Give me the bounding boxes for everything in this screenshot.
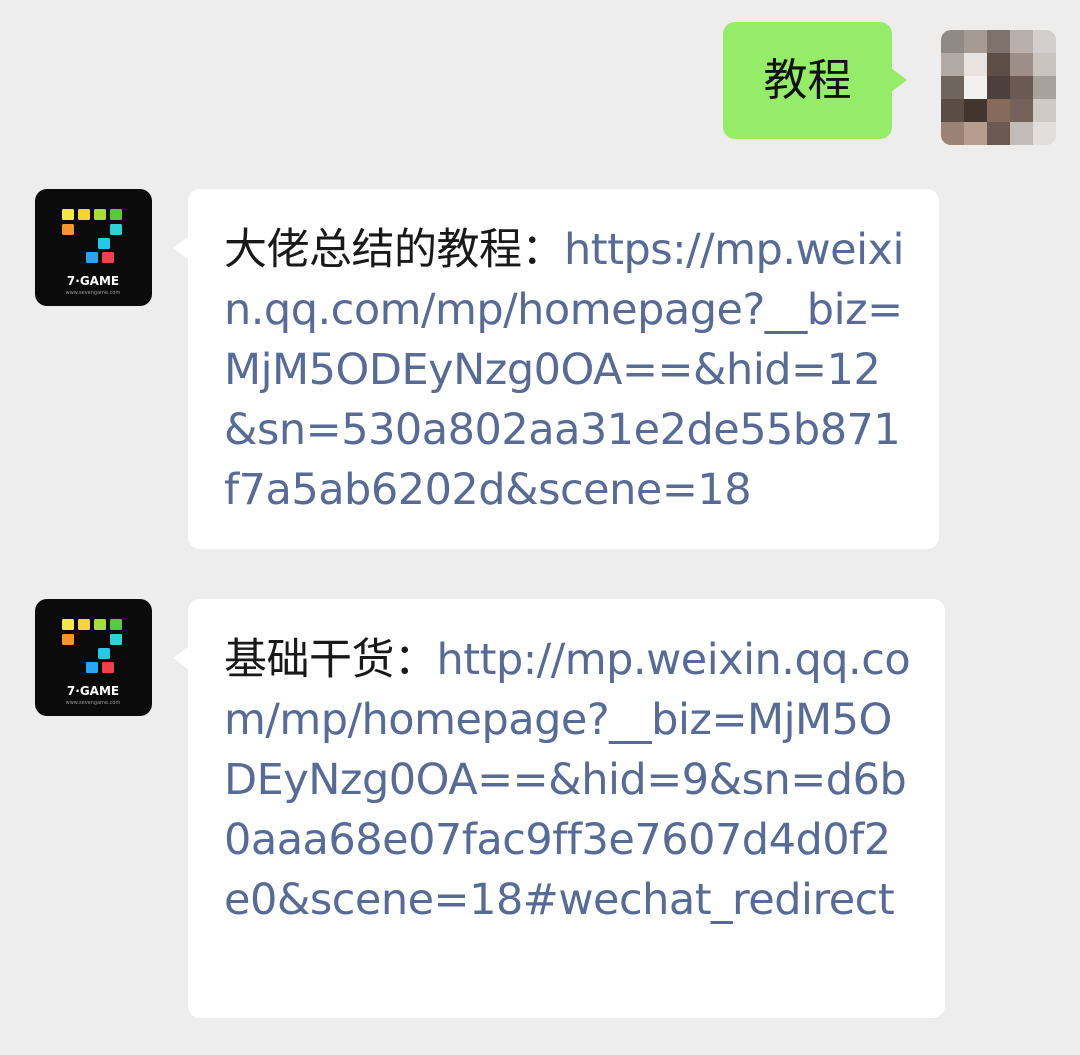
outgoing-bubble[interactable]: 教程 xyxy=(723,22,907,139)
avatar-logo-subtext: www.sevengame.com xyxy=(66,700,121,706)
user-avatar[interactable] xyxy=(941,30,1056,145)
chat-view: 教程 7·GAME www.sevengame.com 大佬总结的教程：http… xyxy=(0,0,1080,1055)
bubble-tail xyxy=(173,646,189,670)
message-prefix-text: 基础干货： xyxy=(224,635,437,685)
incoming-bubble[interactable]: 基础干货：http://mp.weixin.qq.com/mp/homepage… xyxy=(173,599,945,1018)
avatar-logo-text: 7·GAME xyxy=(67,274,119,288)
message-content: 大佬总结的教程：https://mp.weixin.qq.com/mp/home… xyxy=(224,220,909,520)
sender-avatar[interactable]: 7·GAME www.sevengame.com xyxy=(35,189,152,306)
avatar-logo-text: 7·GAME xyxy=(67,684,119,698)
seven-game-logo-icon: 7·GAME www.sevengame.com xyxy=(62,619,122,706)
outgoing-message-text: 教程 xyxy=(763,54,852,106)
message-content: 基础干货：http://mp.weixin.qq.com/mp/homepage… xyxy=(224,630,915,930)
sender-avatar[interactable]: 7·GAME www.sevengame.com xyxy=(35,599,152,716)
incoming-bubble[interactable]: 大佬总结的教程：https://mp.weixin.qq.com/mp/home… xyxy=(173,189,939,549)
avatar-logo-subtext: www.sevengame.com xyxy=(66,290,121,296)
message-prefix-text: 大佬总结的教程： xyxy=(224,225,565,275)
seven-game-logo-icon: 7·GAME www.sevengame.com xyxy=(62,209,122,296)
bubble-tail xyxy=(891,68,907,92)
bubble-tail xyxy=(173,236,189,260)
